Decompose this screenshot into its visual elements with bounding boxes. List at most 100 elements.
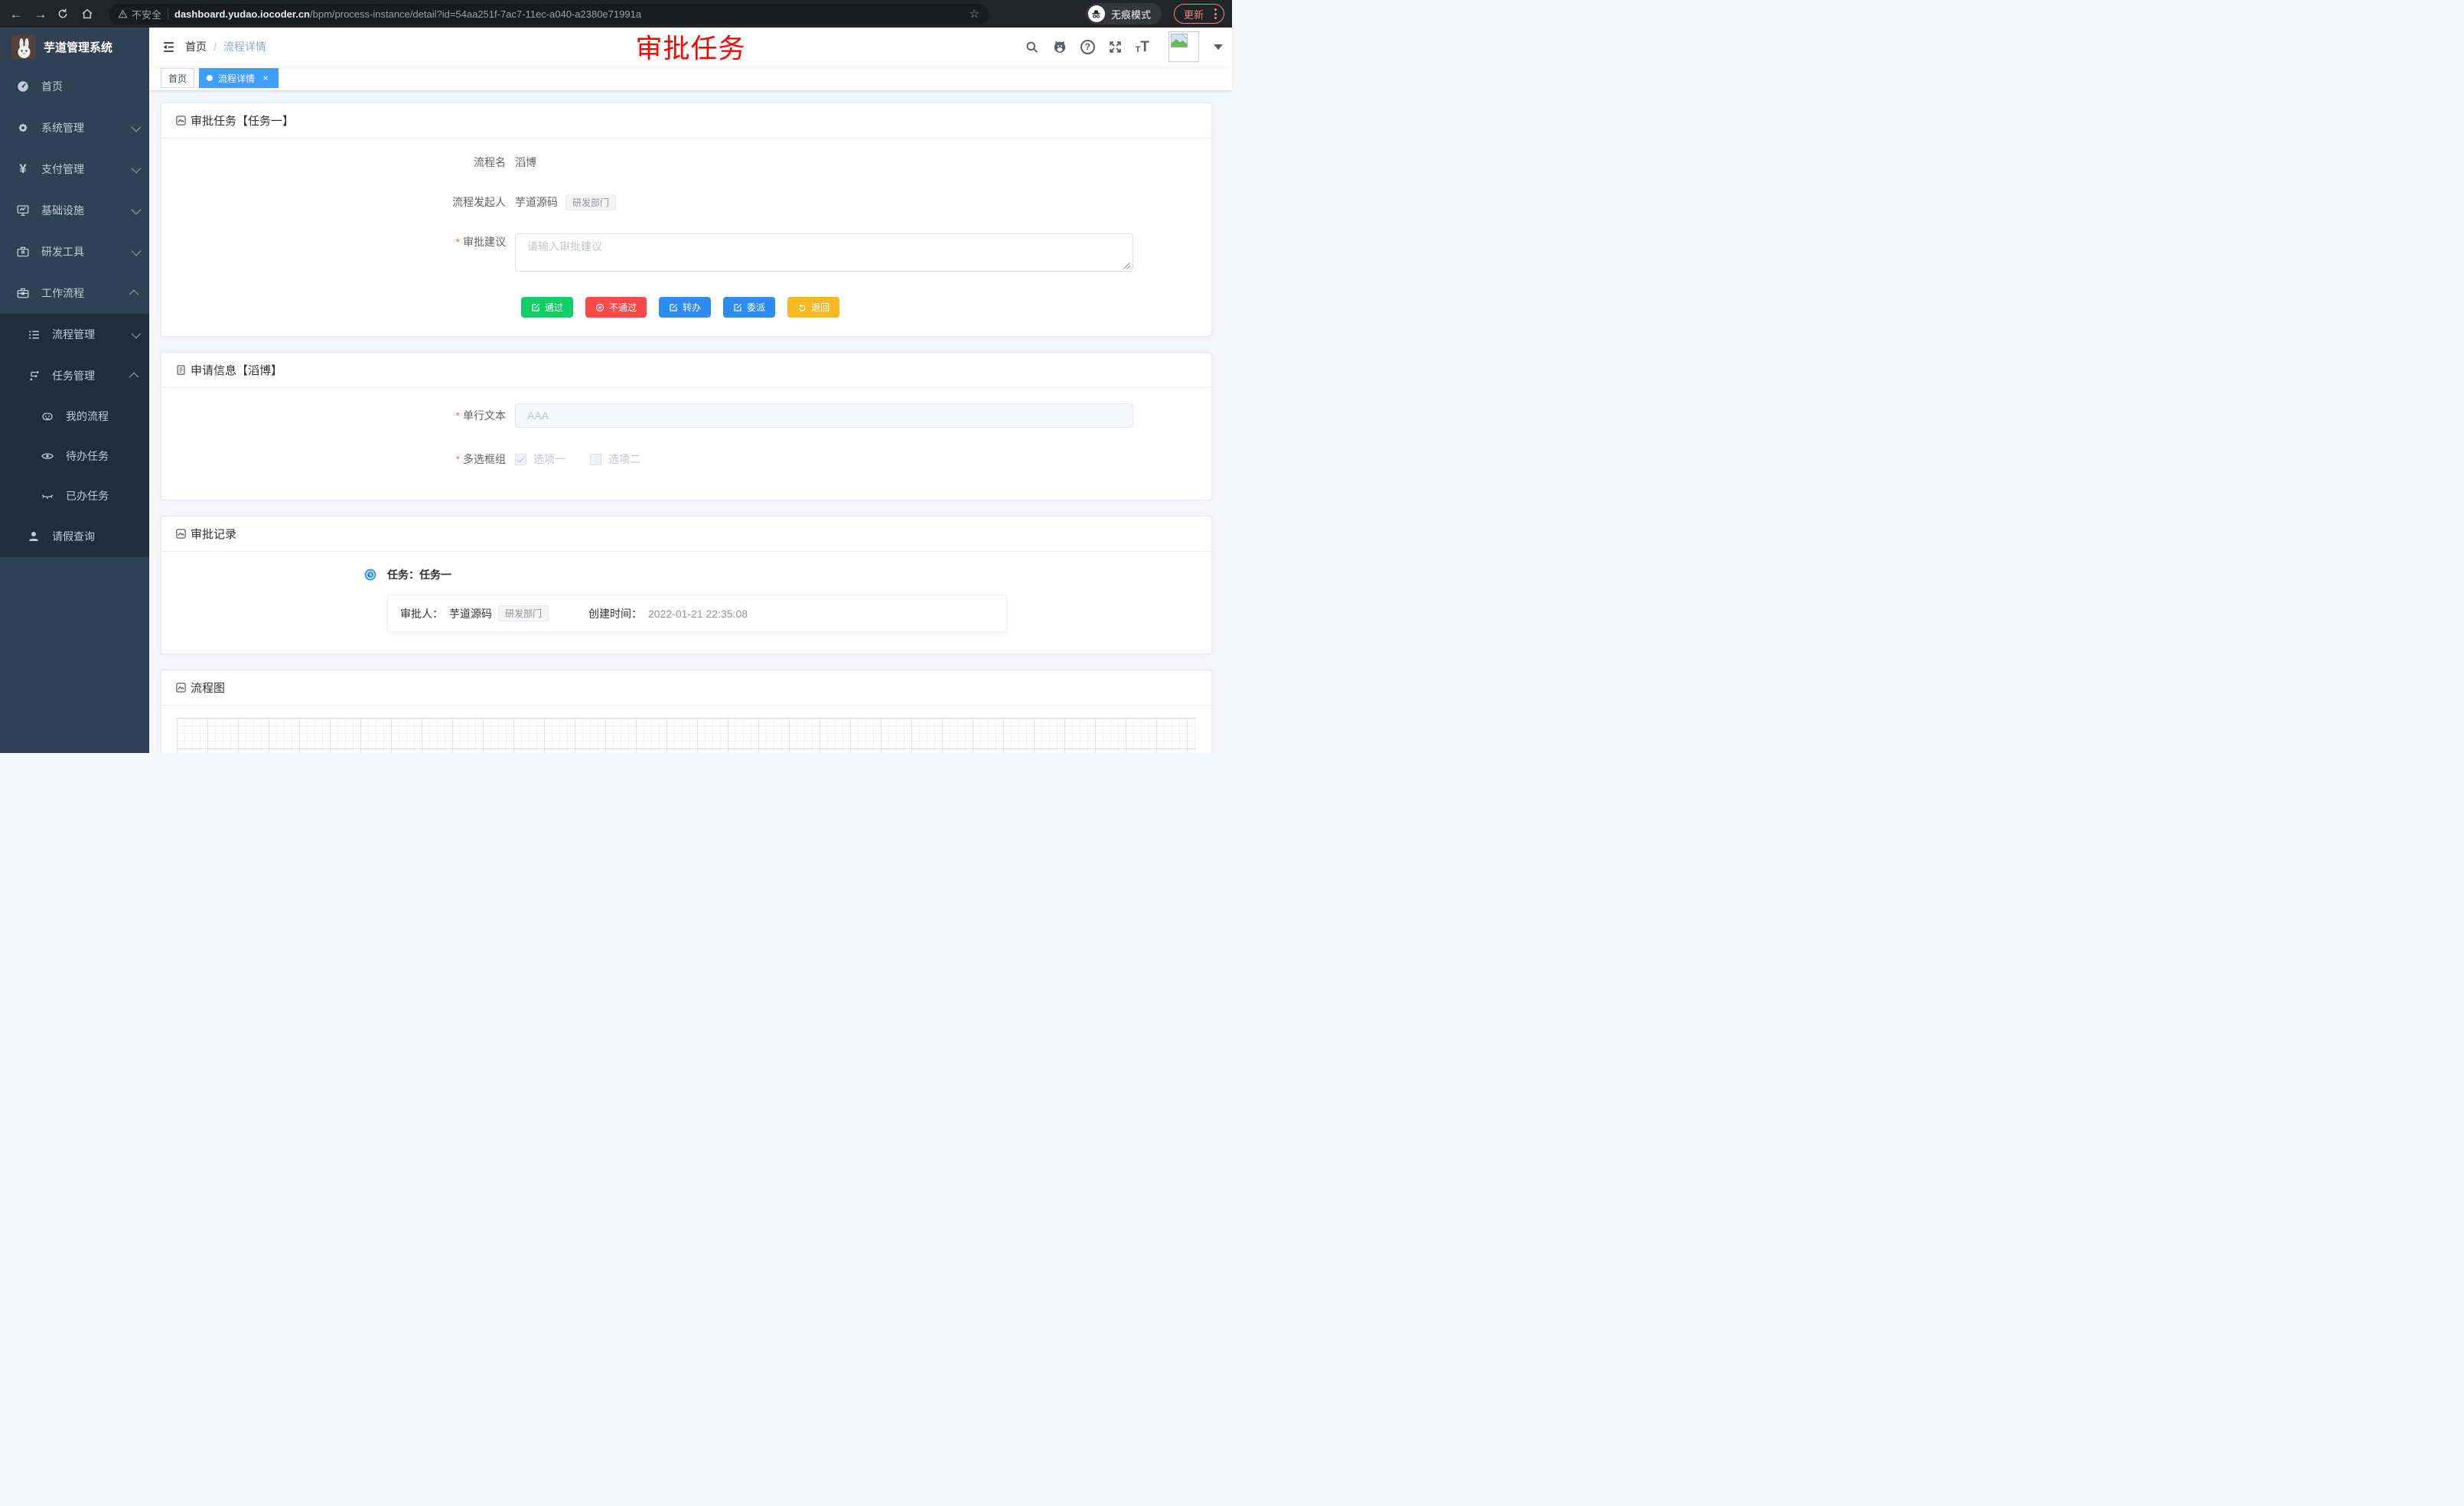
sidebar-item-task-mgmt[interactable]: 任务管理 [0, 355, 149, 396]
kebab-menu-icon[interactable] [1211, 8, 1220, 19]
fold-sidebar-icon[interactable] [161, 40, 176, 54]
sidebar-item-leave-query[interactable]: 请假查询 [0, 516, 149, 557]
bpmn-canvas[interactable] [177, 718, 1196, 753]
transfer-button[interactable]: 转办 [659, 297, 711, 318]
browser-chrome: ← → 不安全 dashboard.yudao.iocoder.cn/bpm/p… [0, 0, 1232, 28]
sidebar-item-payment[interactable]: ¥ 支付管理 [0, 148, 149, 190]
suggestion-textarea[interactable] [515, 233, 1133, 272]
approval-timeline: 任务：任务一 审批人： 芋道源码 研发部门 创建时间： 2022-0 [364, 567, 1196, 638]
close-tag-icon[interactable] [260, 73, 271, 83]
monitor-icon [15, 203, 31, 218]
sidebar-item-done-tasks[interactable]: 已办任务 [0, 476, 149, 516]
tag-process-detail[interactable]: 流程详情 [199, 68, 279, 88]
chevron-down-icon [132, 204, 142, 214]
process-name-value: 滔博 [515, 155, 536, 170]
sidebar: 芋道管理系统 首页 系统管理 ¥ 支付管理 基础设施 研发工具 工作 [0, 28, 149, 753]
delegate-button[interactable]: 委派 [723, 297, 775, 318]
logo-image [11, 34, 36, 59]
reload-icon[interactable] [57, 8, 73, 20]
fullscreen-icon[interactable] [1108, 40, 1123, 54]
approval-task-card: 审批任务【任务一】 流程名 滔博 流程发起人 芋道源码 研发部门 [161, 103, 1212, 337]
edit-icon [531, 303, 540, 312]
url-path: /bpm/process-instance/detail?id=54aa251f… [310, 8, 641, 20]
search-icon[interactable] [1025, 40, 1039, 54]
breadcrumb-home[interactable]: 首页 [185, 39, 207, 54]
card-title: 申请信息【滔博】 [191, 362, 282, 378]
forward-icon[interactable]: → [32, 8, 49, 21]
list-icon [26, 327, 41, 342]
checkbox-icon [515, 454, 526, 465]
resize-handle[interactable] [1123, 262, 1131, 270]
edit-icon [733, 303, 742, 312]
annotation-text: 审批任务 [635, 28, 745, 67]
document-icon [175, 364, 187, 376]
url-host: dashboard.yudao.iocoder.cn [174, 8, 310, 20]
workflow-submenu: 流程管理 任务管理 我的流程 待办任务 已办任务 请假 [0, 314, 149, 557]
active-dot [207, 75, 213, 81]
avatar[interactable] [1168, 31, 1199, 62]
breadcrumb: 首页 / 流程详情 [185, 39, 266, 54]
chevron-up-icon [129, 289, 139, 299]
briefcase-icon [15, 285, 31, 301]
app-logo[interactable]: 芋道管理系统 [0, 28, 149, 66]
gear-icon [15, 120, 31, 135]
flow-icon [26, 368, 41, 383]
home-icon[interactable] [81, 8, 98, 20]
sidebar-item-my-process[interactable]: 我的流程 [0, 396, 149, 436]
clock-icon [364, 569, 376, 581]
header-actions: TT [1025, 31, 1232, 62]
reject-button[interactable]: 不通过 [585, 297, 647, 318]
update-label: 更新 [1184, 7, 1204, 21]
breadcrumb-separator: / [213, 41, 217, 53]
initiator-row: 流程发起人 芋道源码 研发部门 [416, 194, 1196, 210]
eye-icon [40, 448, 55, 464]
picture-icon [175, 682, 187, 693]
security-label: 不安全 [132, 7, 161, 21]
github-icon[interactable] [1052, 39, 1067, 54]
sidebar-item-devtools[interactable]: 研发工具 [0, 231, 149, 272]
sidebar-item-workflow[interactable]: 工作流程 [0, 272, 149, 314]
chevron-down-icon [132, 163, 142, 173]
approver-label: 审批人： [400, 606, 443, 621]
suggestion-label: 审批建议 [416, 233, 515, 250]
card-header: 审批任务【任务一】 [161, 103, 1211, 139]
tags-view: 首页 流程详情 [149, 66, 1232, 91]
back-icon[interactable]: ← [8, 8, 24, 21]
incognito-label: 无痕模式 [1111, 7, 1151, 21]
sidebar-item-system[interactable]: 系统管理 [0, 107, 149, 148]
chevron-down-icon [132, 328, 142, 338]
picture-icon [175, 115, 187, 126]
approve-button[interactable]: 通过 [521, 297, 573, 318]
edit-icon [669, 303, 678, 312]
return-button[interactable]: 退回 [787, 297, 839, 318]
card-header: 流程图 [161, 670, 1211, 706]
approver-name: 芋道源码 [449, 606, 492, 621]
security-warning[interactable]: 不安全 [118, 7, 161, 21]
approval-record-card: 审批记录 任务：任务一 审批人： 芋道源码 研发部门 [161, 516, 1212, 654]
bookmark-star-icon[interactable]: ☆ [970, 7, 979, 21]
checkbox-group-row: 多选框组 选项一 选项二 [416, 451, 1196, 468]
checkbox-icon [590, 454, 601, 465]
checkbox-option-1: 选项一 [515, 451, 565, 467]
caret-down-icon[interactable] [1214, 44, 1223, 50]
tag-home[interactable]: 首页 [161, 68, 194, 88]
font-size-icon[interactable]: TT [1136, 40, 1149, 54]
update-button[interactable]: 更新 [1174, 4, 1224, 24]
warning-icon [118, 9, 128, 19]
url-bar[interactable]: 不安全 dashboard.yudao.iocoder.cn/bpm/proce… [109, 4, 989, 24]
single-text-row: 单行文本 [416, 403, 1196, 428]
incognito-badge: 无痕模式 [1086, 3, 1162, 24]
sidebar-item-infra[interactable]: 基础设施 [0, 190, 149, 231]
sidebar-item-home[interactable]: 首页 [0, 66, 149, 107]
user-icon [26, 529, 41, 544]
sidebar-item-process-mgmt[interactable]: 流程管理 [0, 314, 149, 355]
url-text: dashboard.yudao.iocoder.cn/bpm/process-i… [174, 8, 963, 20]
app-header: 首页 / 流程详情 审批任务 TT [149, 28, 1232, 66]
help-icon[interactable] [1080, 40, 1095, 54]
card-title: 流程图 [191, 680, 225, 696]
process-diagram-card: 流程图 [161, 670, 1212, 753]
card-header: 审批记录 [161, 517, 1211, 552]
task-title: 任务：任务一 [387, 567, 451, 582]
circle-close-icon [595, 303, 605, 312]
sidebar-item-todo-tasks[interactable]: 待办任务 [0, 436, 149, 476]
